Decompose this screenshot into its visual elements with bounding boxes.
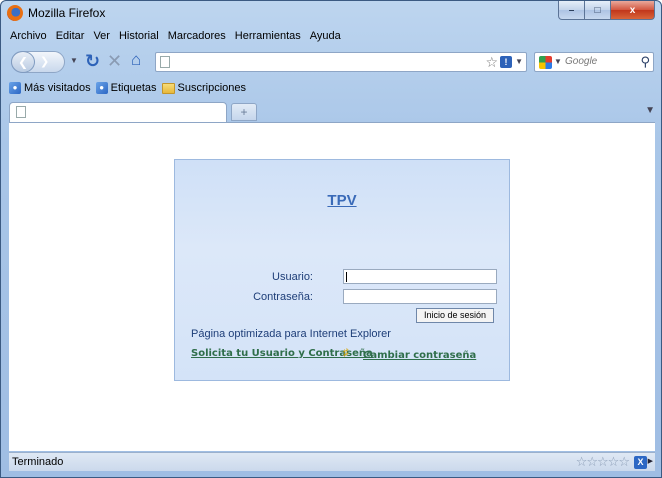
tab-active[interactable]	[9, 102, 227, 122]
browser-window: Mozilla Firefox – □ x Archivo Editar Ver…	[0, 0, 662, 478]
text-caret	[346, 272, 347, 282]
bookmark-suscripciones[interactable]: Suscripciones	[161, 82, 246, 94]
status-bar: Terminado ☆☆☆☆☆ X ▶	[9, 452, 655, 471]
menu-ayuda[interactable]: Ayuda	[309, 30, 342, 42]
forward-button[interactable]: ❯	[40, 55, 49, 68]
history-dropdown-icon[interactable]: ▼	[70, 56, 78, 65]
bookmark-globe-icon: ●	[9, 82, 21, 94]
folder-icon	[161, 82, 175, 94]
tab-strip: + ▼	[9, 100, 655, 122]
tab-list-dropdown-icon[interactable]: ▼	[645, 105, 655, 116]
page-icon	[160, 56, 170, 68]
window-controls: – □ x	[558, 1, 655, 20]
username-label: Usuario:	[272, 271, 313, 283]
page-icon	[16, 106, 26, 118]
browser-notice: Página optimizada para Internet Explorer	[191, 328, 391, 340]
bookmark-globe-icon: ●	[95, 82, 108, 94]
login-panel: TPV Usuario: Contraseña: Inicio de sesió…	[174, 159, 510, 381]
back-arrow-icon: ❮	[17, 55, 29, 69]
url-dropdown-icon[interactable]: ▼	[515, 57, 523, 66]
xmarks-arrow-icon[interactable]: ▶	[648, 457, 653, 465]
menu-archivo[interactable]: Archivo	[9, 30, 48, 42]
login-submit-button[interactable]: Inicio de sesión	[416, 308, 494, 323]
home-icon[interactable]: ⌂	[131, 51, 141, 69]
bookmarks-toolbar: ● Más visitados ● Etiquetas Suscripcione…	[9, 79, 655, 97]
menu-marcadores[interactable]: Marcadores	[167, 30, 227, 42]
new-tab-button[interactable]: +	[231, 103, 257, 121]
menu-editar[interactable]: Editar	[55, 30, 86, 42]
xmarks-icon[interactable]: X	[634, 456, 647, 469]
url-bar[interactable]: ☆ ! ▼	[155, 52, 527, 72]
page-viewport: TPV Usuario: Contraseña: Inicio de sesió…	[9, 122, 655, 451]
key-icon: ♯	[343, 347, 349, 359]
password-input[interactable]	[343, 289, 497, 304]
menu-ver[interactable]: Ver	[92, 30, 111, 42]
username-input[interactable]	[343, 269, 497, 284]
navigation-toolbar: ❮ ❯ ▼ ↻ ✕ ⌂ ☆ ! ▼ ▼ Google ⚲	[9, 48, 655, 76]
bookmark-etiquetas[interactable]: ● Etiquetas	[95, 82, 157, 94]
menu-herramientas[interactable]: Herramientas	[234, 30, 302, 42]
title-bar: Mozilla Firefox – □ x	[1, 1, 661, 25]
menu-historial[interactable]: Historial	[118, 30, 160, 42]
back-forward-group: ❮ ❯	[11, 51, 65, 73]
bookmark-label: Etiquetas	[110, 82, 157, 94]
menu-bar: Archivo Editar Ver Historial Marcadores …	[9, 26, 655, 45]
status-text: Terminado	[12, 456, 64, 468]
password-label: Contraseña:	[253, 291, 313, 303]
close-button[interactable]: x	[611, 1, 655, 20]
search-bar[interactable]: ▼ Google ⚲	[534, 52, 654, 72]
google-engine-icon[interactable]	[539, 56, 552, 69]
search-placeholder: Google	[565, 56, 598, 67]
bookmark-label: Más visitados	[24, 82, 91, 94]
login-title-link[interactable]: TPV	[175, 192, 509, 209]
engine-dropdown-icon[interactable]: ▼	[554, 57, 562, 66]
change-password-link[interactable]: Cambiar contraseña	[363, 350, 476, 361]
firefox-logo-icon	[7, 5, 23, 21]
rating-stars-icon[interactable]: ☆☆☆☆☆	[576, 454, 630, 470]
bookmark-mas-visitados[interactable]: ● Más visitados	[9, 82, 91, 94]
maximize-button[interactable]: □	[585, 1, 611, 20]
reload-icon[interactable]: ↻	[85, 52, 100, 70]
bookmark-star-icon[interactable]: ☆	[485, 54, 498, 70]
stop-icon[interactable]: ✕	[107, 52, 122, 70]
minimize-button[interactable]: –	[558, 1, 585, 20]
window-title: Mozilla Firefox	[28, 6, 106, 20]
site-info-icon[interactable]: !	[500, 56, 512, 68]
back-button[interactable]: ❮	[11, 51, 35, 73]
search-icon[interactable]: ⚲	[640, 54, 650, 70]
bookmark-label: Suscripciones	[177, 82, 246, 94]
